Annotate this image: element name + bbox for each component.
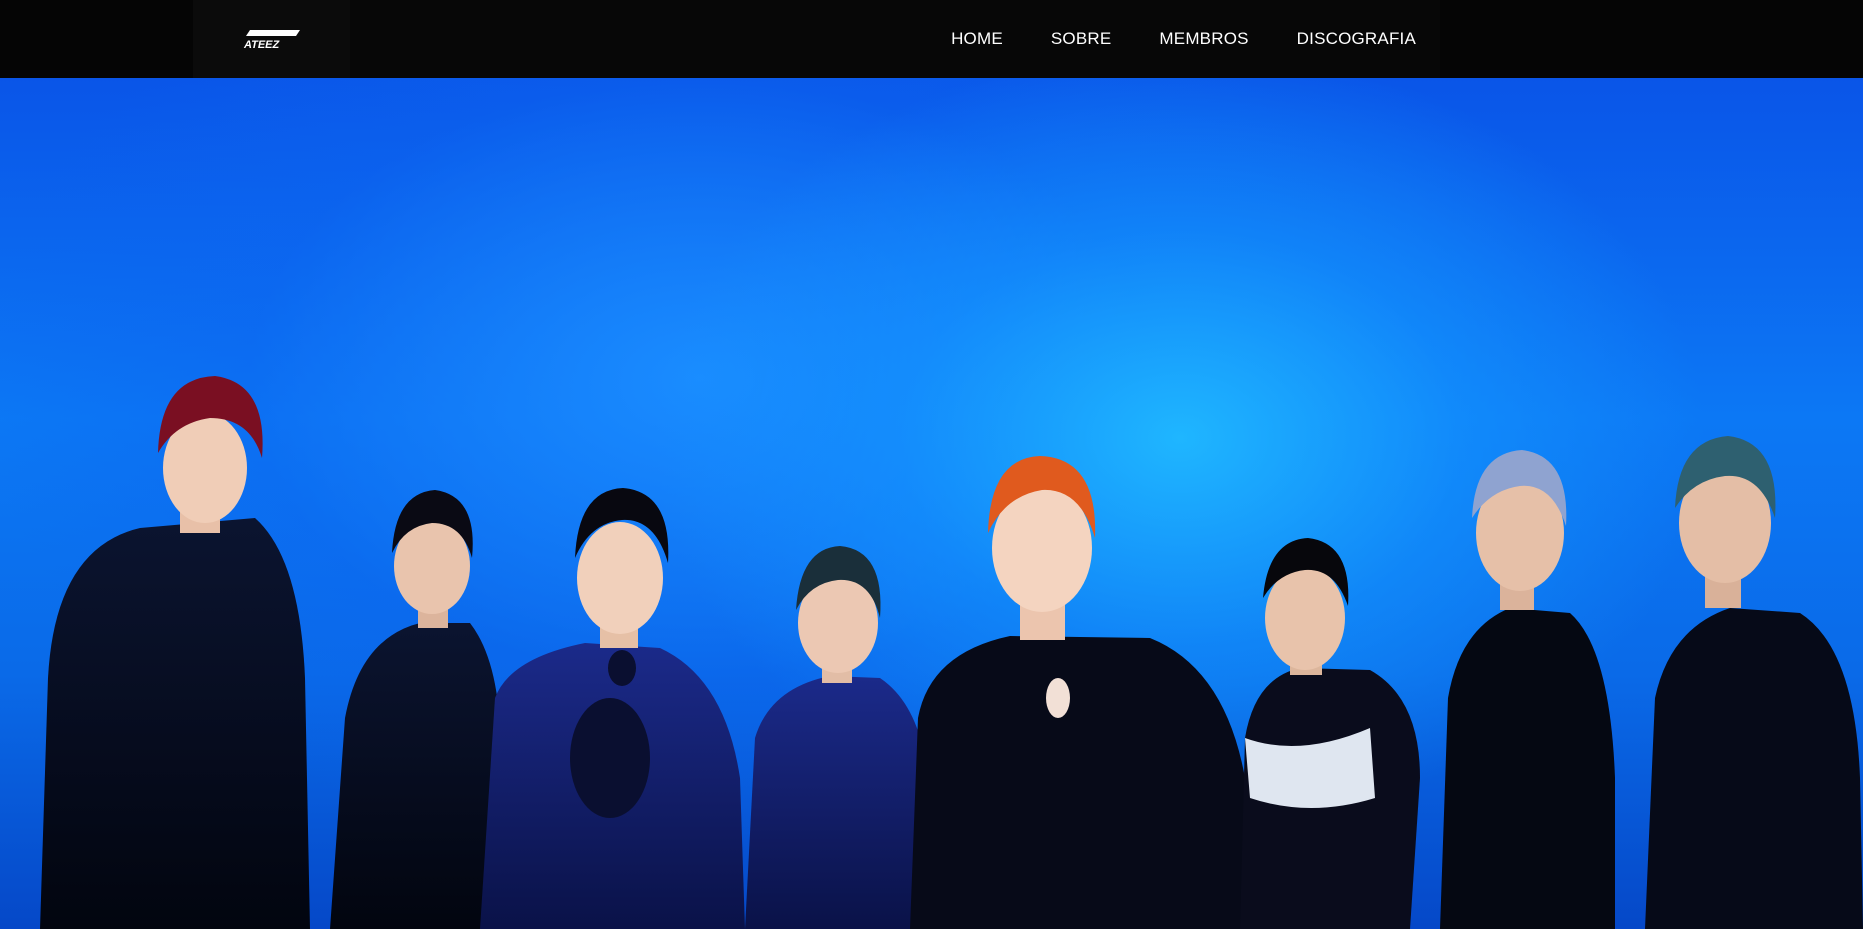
member-figure	[1240, 538, 1420, 929]
brand-logo[interactable]: ATEEZ	[193, 0, 350, 78]
nav-membros-link[interactable]: MEMBROS	[1135, 29, 1272, 49]
member-figure	[1440, 450, 1615, 929]
hero-banner	[0, 78, 1863, 929]
member-figure	[40, 376, 310, 929]
svg-text:ATEEZ: ATEEZ	[243, 39, 281, 50]
nav-discografia-link[interactable]: DISCOGRAFIA	[1273, 29, 1440, 49]
member-figure	[330, 490, 501, 929]
member-figure	[910, 456, 1250, 929]
ateez-logo-icon: ATEEZ	[243, 30, 300, 50]
member-figure	[745, 546, 930, 929]
member-figure	[1645, 436, 1863, 929]
group-photo	[40, 376, 1863, 929]
nav-sobre-link[interactable]: SOBRE	[1027, 29, 1136, 49]
nav-home-link[interactable]: HOME	[927, 29, 1027, 49]
main-nav: HOME SOBRE MEMBROS DISCOGRAFIA	[927, 0, 1440, 78]
top-navbar: ATEEZ HOME SOBRE MEMBROS DISCOGRAFIA	[0, 0, 1863, 78]
member-figure	[480, 488, 745, 929]
